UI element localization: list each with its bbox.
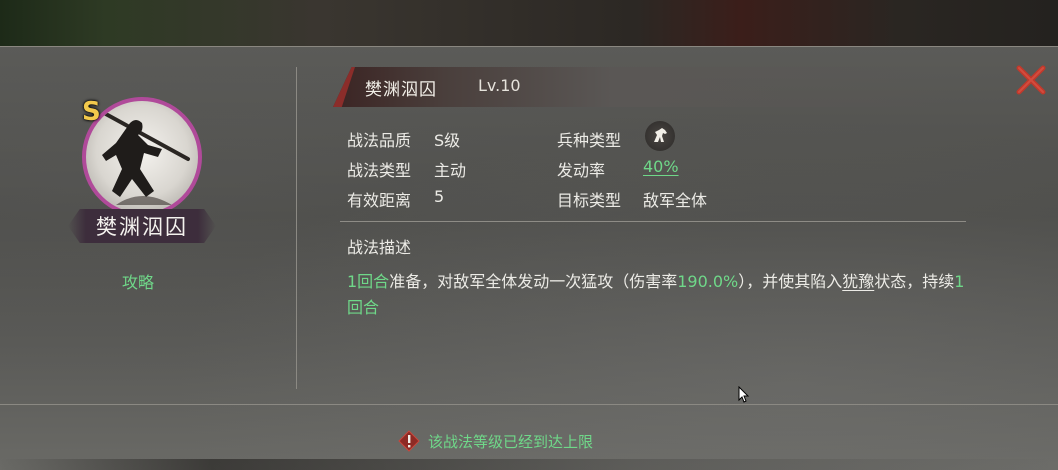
close-icon: [1016, 65, 1046, 95]
max-level-text: 该战法等级已经到达上限: [428, 432, 594, 451]
skill-nameplate: 樊渊泅囚: [68, 209, 216, 243]
range-label: 有效距离: [347, 191, 412, 210]
footer-divider: [0, 404, 1058, 405]
range-value: 5: [434, 187, 445, 206]
target-type-label: 目标类型: [557, 191, 622, 210]
trigger-rate-value[interactable]: 40%: [643, 157, 679, 176]
type-value: 主动: [434, 161, 467, 180]
banner-accent: [333, 67, 355, 107]
description-text: ），并使其陷入: [738, 272, 843, 291]
type-label: 战法类型: [347, 161, 412, 180]
hesitation-status-link[interactable]: 犹豫: [842, 272, 874, 291]
background-top-strip: [0, 0, 1058, 46]
background-bottom-strip: [0, 459, 1058, 470]
quality-value: S级: [434, 131, 461, 150]
close-button[interactable]: [1014, 63, 1048, 97]
skill-title: 樊渊泅囚: [365, 80, 437, 100]
vertical-divider: [296, 67, 297, 389]
max-level-notice: 该战法等级已经到达上限: [398, 430, 593, 452]
damage-rate-highlight: 190.0%: [677, 272, 739, 291]
target-type-value: 敌军全体: [643, 191, 708, 210]
round-count-highlight: 1回合: [347, 272, 390, 291]
horizontal-divider: [340, 221, 966, 222]
grade-badge: S: [82, 97, 101, 127]
troop-type-label: 兵种类型: [557, 131, 622, 150]
skill-level: Lv.10: [478, 76, 521, 95]
description-text: 状态，持续: [874, 272, 955, 291]
description-body: 1回合准备，对敌军全体发动一次猛攻（伤害率190.0%），并使其陷入犹豫状态，持…: [347, 269, 967, 321]
trigger-rate-label: 发动率: [557, 161, 606, 180]
description-title: 战法描述: [347, 238, 412, 257]
quality-label: 战法品质: [347, 131, 412, 150]
description-text: 准备，对敌军全体发动一次猛攻（伤害率: [389, 272, 678, 291]
warning-icon: [398, 430, 420, 452]
cavalry-horse-icon: [645, 121, 675, 151]
skill-detail-panel: S 樊渊泅囚 攻略 樊渊泅囚 Lv.10 战法品质 S级 战法类型 主动 有效距…: [0, 46, 1058, 470]
guide-link[interactable]: 攻略: [122, 269, 154, 293]
